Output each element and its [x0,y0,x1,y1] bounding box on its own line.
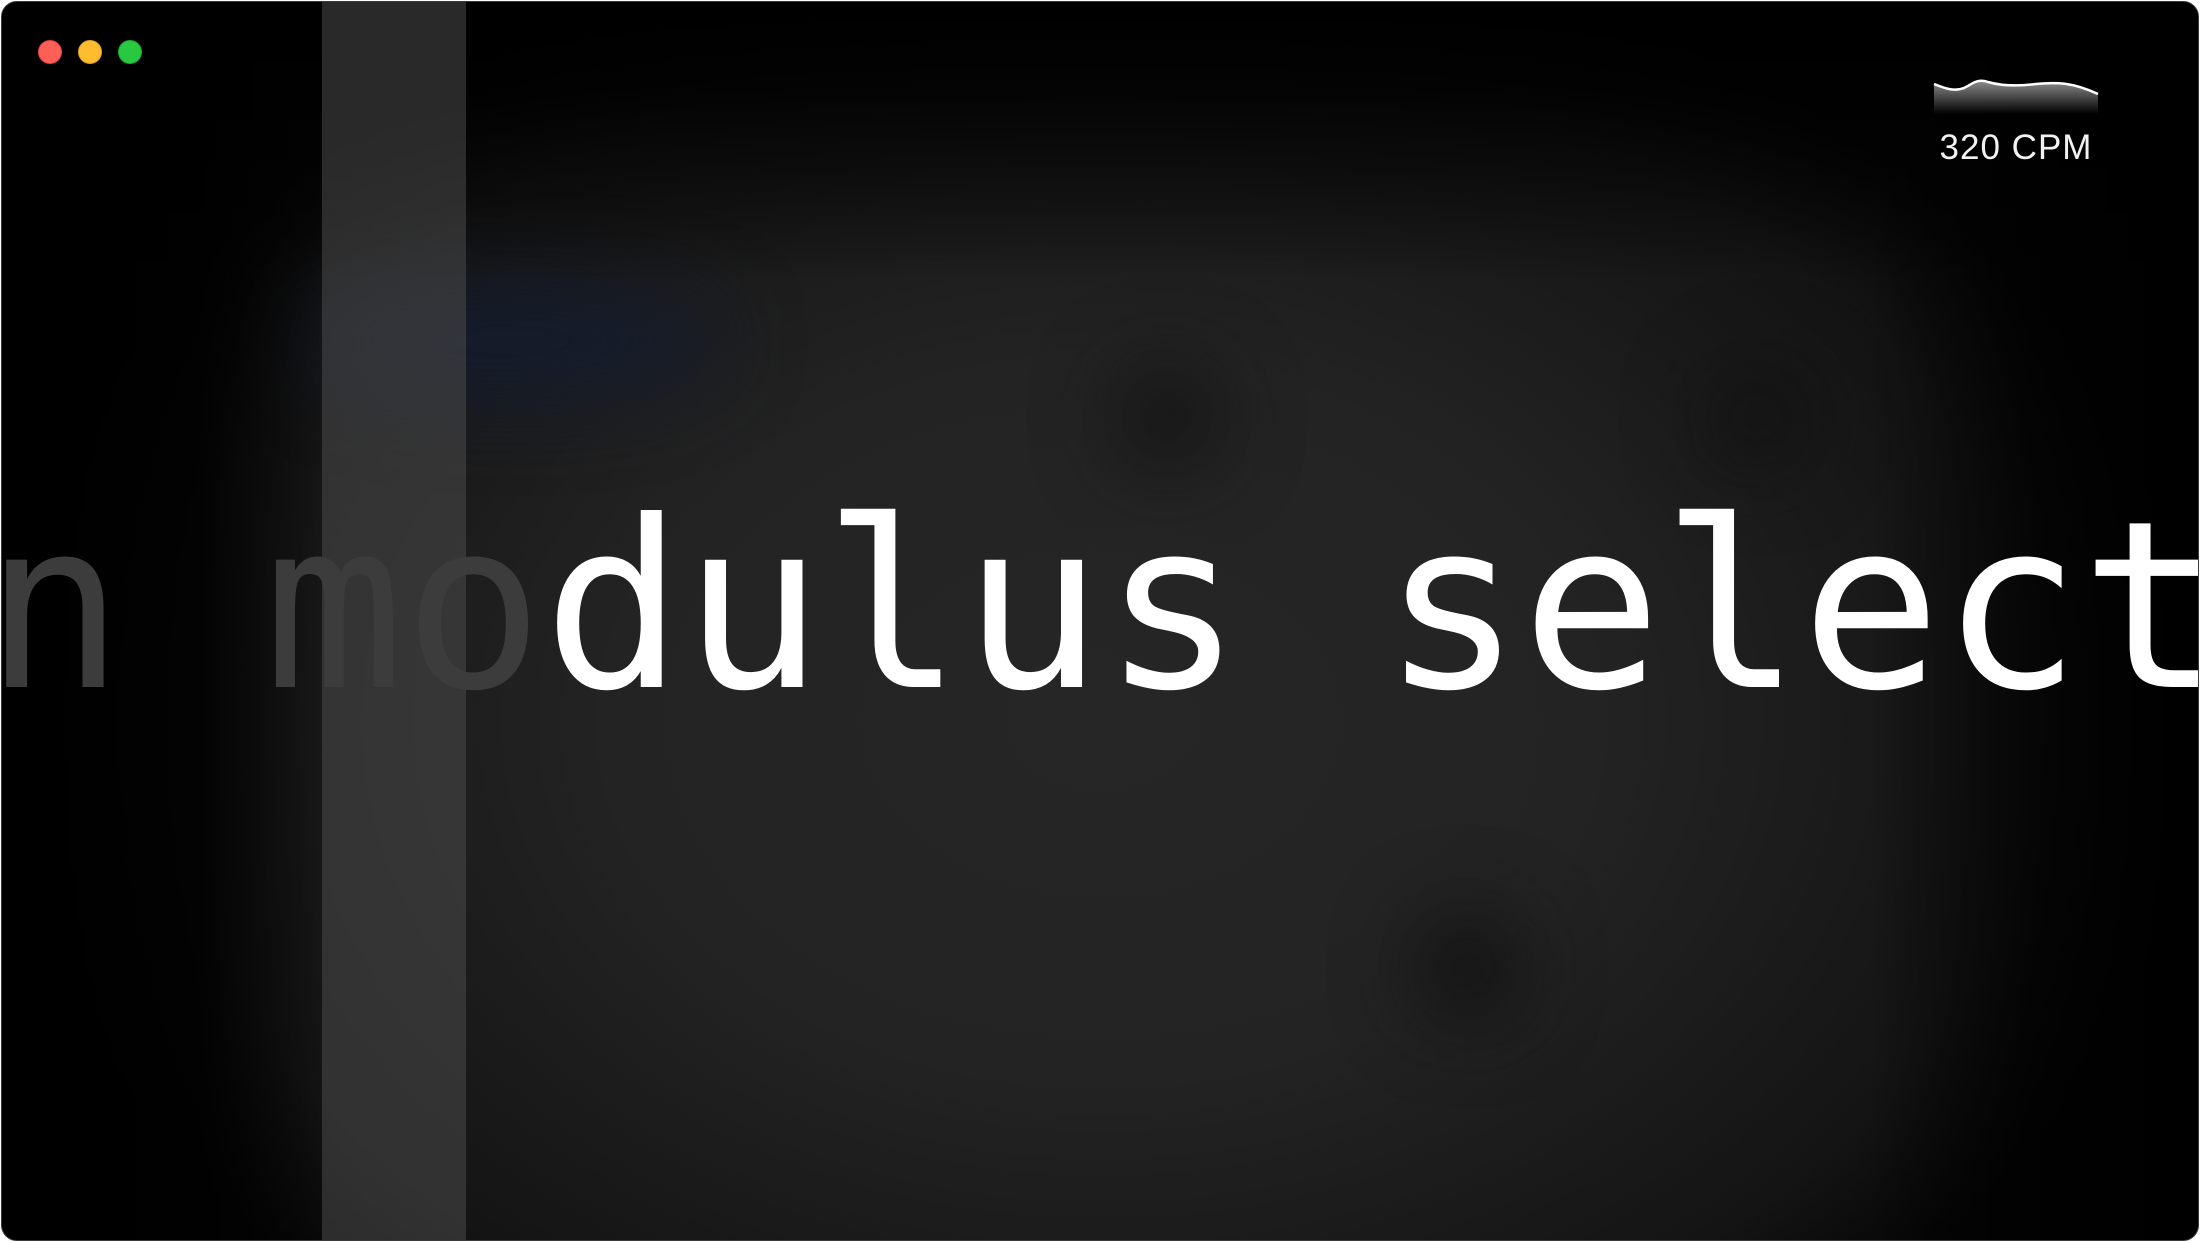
cpm-readout: 320 CPM [1939,128,2093,167]
zoom-window-button[interactable] [118,40,142,64]
speed-stats: 320 CPM [1932,78,2100,168]
speed-sparkline-icon [1933,79,2099,114]
close-window-button[interactable] [38,40,62,64]
typed-text: n mo [1,471,544,742]
window-controls [38,40,142,64]
background-shadow [1702,362,1812,472]
typing-line: n modulus select [2,490,2198,723]
background-shadow [1412,912,1522,1022]
upcoming-text: dulus select [543,471,2199,742]
background-shadow [1112,362,1222,472]
app-window: n modulus select 320 CPM [1,1,2199,1241]
minimize-window-button[interactable] [78,40,102,64]
